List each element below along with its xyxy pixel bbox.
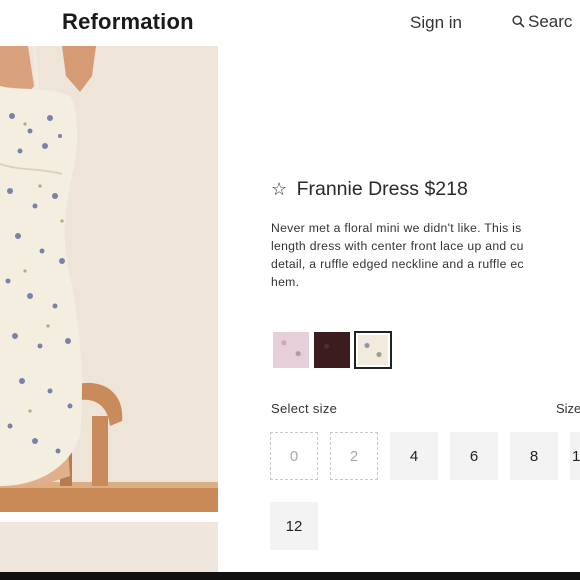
favorite-star-icon[interactable]: ☆ — [271, 179, 287, 199]
size-option-10[interactable]: 10 — [570, 432, 580, 480]
product-name: Frannie Dress — [296, 178, 420, 200]
size-option-0[interactable]: 0 — [270, 432, 318, 480]
product-photo[interactable] — [0, 46, 218, 512]
select-size-label: Select size — [271, 401, 338, 416]
size-option-4[interactable]: 4 — [390, 432, 438, 480]
size-guide-link[interactable]: Size — [556, 401, 580, 416]
color-swatch-pink-floral[interactable] — [273, 332, 309, 368]
screen-bottom-edge — [0, 572, 580, 580]
site-header: Reformation Sign in Searc — [0, 0, 580, 46]
swatch-fill — [358, 335, 388, 365]
description-line: hem. — [271, 275, 300, 289]
brand-logo[interactable]: Reformation — [62, 9, 194, 35]
product-photo-secondary[interactable] — [0, 522, 218, 572]
product-price: $218 — [424, 178, 468, 200]
search-link[interactable]: Searc — [512, 12, 572, 32]
search-label: Searc — [528, 12, 573, 31]
search-icon — [512, 15, 525, 28]
color-swatch-cream-floral[interactable] — [354, 331, 392, 369]
size-option-12[interactable]: 12 — [270, 502, 318, 550]
sign-in-link[interactable]: Sign in — [410, 13, 462, 33]
size-option-8[interactable]: 8 — [510, 432, 558, 480]
dress-image — [0, 46, 218, 512]
description-line: detail, a ruffle edged neckline and a ru… — [271, 257, 524, 271]
description-line: Never met a floral mini we didn't like. … — [271, 221, 522, 235]
size-option-6[interactable]: 6 — [450, 432, 498, 480]
swatch-fill — [273, 332, 309, 368]
product-description: Never met a floral mini we didn't like. … — [271, 219, 580, 291]
color-swatch-dark-burgundy[interactable] — [314, 332, 350, 368]
product-title: ☆ Frannie Dress $218 — [271, 178, 468, 201]
description-line: length dress with center front lace up a… — [271, 239, 524, 253]
size-option-2[interactable]: 2 — [330, 432, 378, 480]
swatch-fill — [314, 332, 350, 368]
